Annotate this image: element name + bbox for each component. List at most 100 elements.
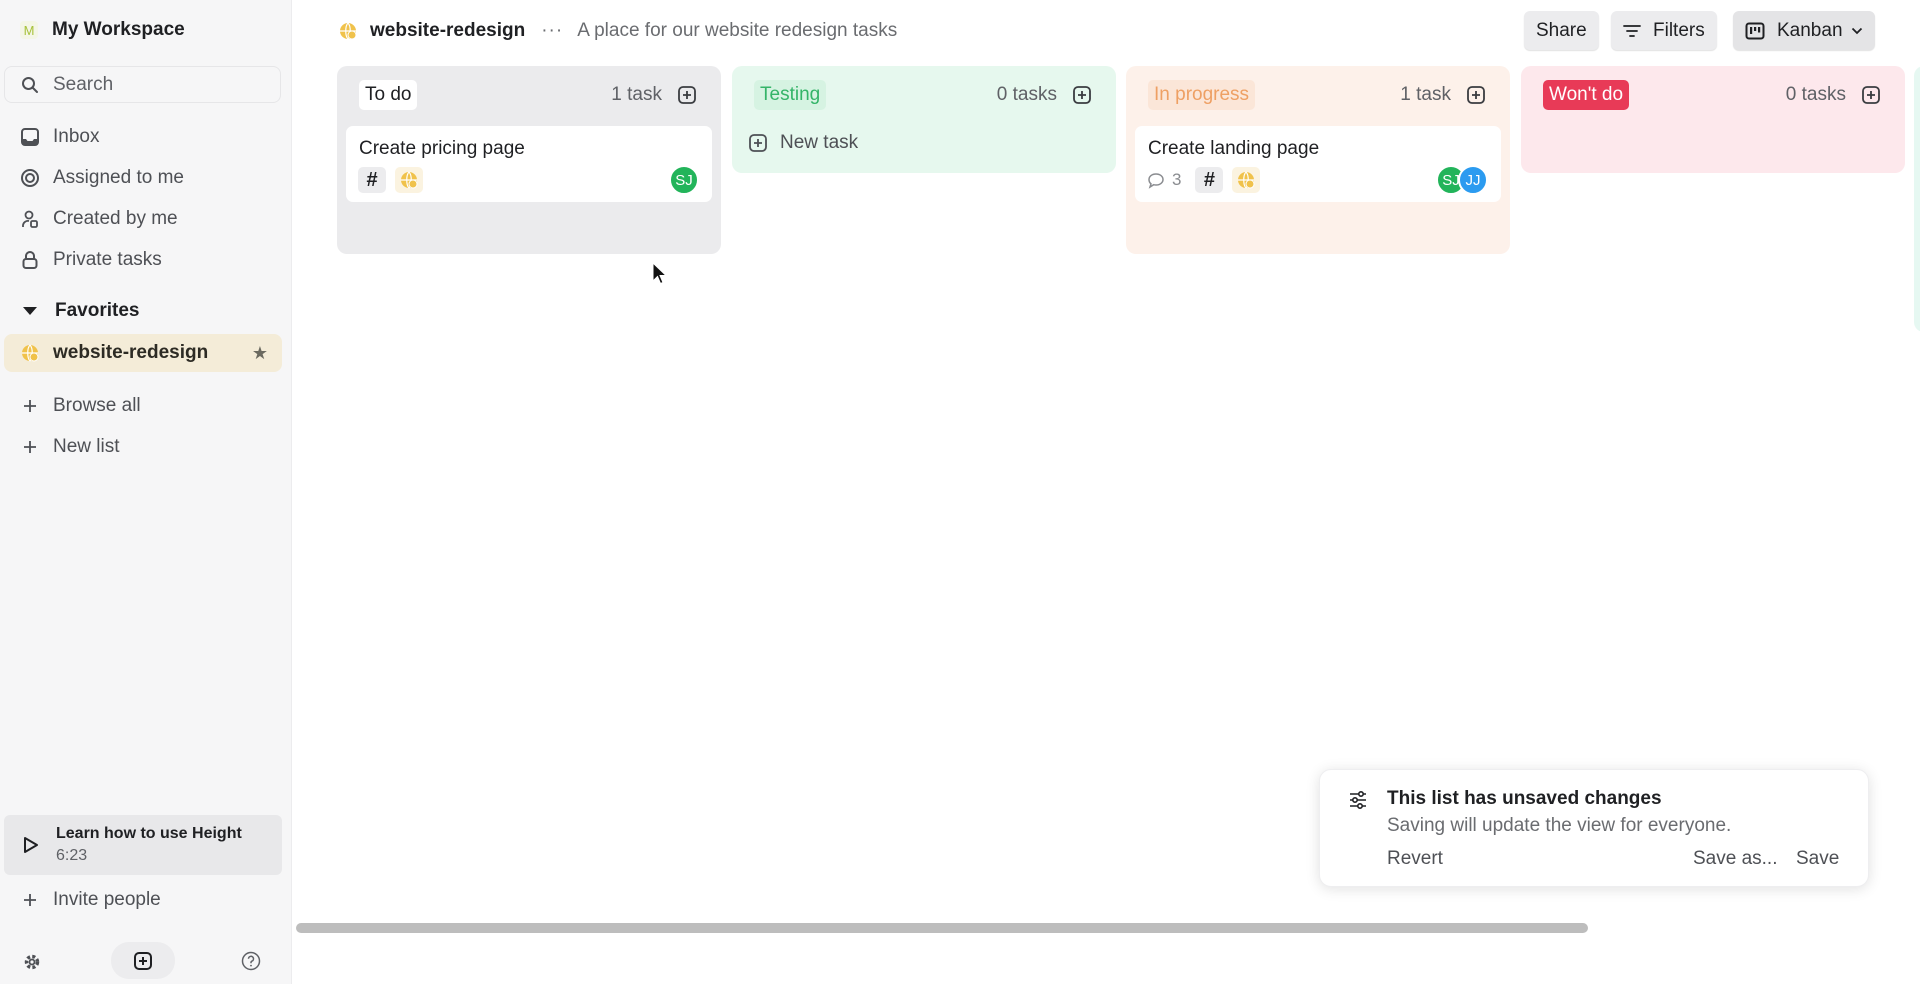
view-label: Kanban bbox=[1777, 19, 1843, 41]
horizontal-scrollbar[interactable] bbox=[296, 923, 1588, 933]
page-title[interactable]: website-redesign bbox=[370, 20, 525, 42]
globe-icon bbox=[401, 171, 418, 189]
search-input[interactable] bbox=[53, 73, 253, 96]
favorites-toggle[interactable]: Favorites bbox=[20, 300, 139, 322]
play-icon bbox=[24, 837, 38, 853]
plus-square-icon bbox=[134, 951, 152, 970]
task-count: 1 task bbox=[1400, 84, 1451, 105]
toast-subtitle: Saving will update the view for everyone… bbox=[1387, 815, 1732, 836]
task-count: 0 tasks bbox=[996, 84, 1057, 105]
add-task-icon[interactable] bbox=[677, 85, 697, 105]
add-task-icon[interactable] bbox=[1466, 85, 1486, 105]
task-card[interactable]: Create pricing page # SJ bbox=[346, 126, 712, 202]
column-wont-do: Won't do 0 tasks bbox=[1521, 66, 1905, 173]
comment-count-value: 3 bbox=[1172, 170, 1182, 189]
sidebar-item-website-redesign[interactable]: website-redesign ★ bbox=[4, 334, 282, 372]
revert-button[interactable]: Revert bbox=[1387, 848, 1443, 870]
search-box[interactable] bbox=[4, 66, 281, 103]
browse-all-label: Browse all bbox=[53, 395, 141, 416]
mouse-cursor-icon bbox=[652, 262, 668, 285]
column-testing: Testing 0 tasks New task bbox=[732, 66, 1116, 173]
comment-icon bbox=[1148, 172, 1164, 189]
sidebar-item-label: Created by me bbox=[53, 208, 178, 229]
workspace-name: My Workspace bbox=[52, 19, 185, 40]
target-icon bbox=[20, 168, 40, 188]
caret-down-icon bbox=[23, 307, 37, 315]
column-todo: To do 1 task Create pricing page # SJ bbox=[337, 66, 721, 254]
task-title: Create landing page bbox=[1148, 138, 1320, 159]
globe-icon bbox=[1238, 171, 1255, 189]
column-partial bbox=[1914, 66, 1920, 332]
plus-icon bbox=[20, 437, 40, 457]
status-label[interactable]: Testing bbox=[754, 80, 827, 110]
search-icon bbox=[22, 76, 38, 93]
sidebar-item-private[interactable]: Private tasks bbox=[0, 242, 282, 278]
workspace-logo: M bbox=[20, 21, 38, 39]
sidebar-item-label: Inbox bbox=[53, 126, 100, 147]
new-task-button[interactable] bbox=[111, 942, 175, 979]
list-tag[interactable] bbox=[395, 167, 423, 193]
learn-duration: 6:23 bbox=[56, 847, 88, 864]
invite-label: Invite people bbox=[53, 889, 161, 910]
favorites-label: Favorites bbox=[55, 300, 140, 321]
task-card[interactable]: Create landing page 3 # SJ JJ bbox=[1135, 126, 1501, 202]
avatar[interactable]: JJ bbox=[1458, 165, 1488, 195]
save-button[interactable]: Save bbox=[1796, 848, 1839, 870]
inbox-icon bbox=[20, 127, 40, 147]
workspace-switcher[interactable]: M My Workspace bbox=[20, 18, 185, 42]
header: website-redesign ··· A place for our web… bbox=[292, 0, 1920, 60]
new-list-button[interactable]: New list bbox=[0, 429, 282, 465]
sidebar-item-assigned[interactable]: Assigned to me bbox=[0, 160, 282, 196]
globe-icon bbox=[340, 22, 357, 40]
filters-label: Filters bbox=[1653, 19, 1705, 41]
new-task-button[interactable]: New task bbox=[748, 132, 858, 154]
share-button[interactable]: Share bbox=[1524, 11, 1599, 50]
list-tag[interactable] bbox=[1232, 167, 1261, 193]
comment-count[interactable]: 3 bbox=[1147, 170, 1181, 190]
user-created-icon bbox=[20, 209, 40, 229]
filters-button[interactable]: Filters bbox=[1611, 11, 1717, 50]
avatar[interactable]: SJ bbox=[669, 165, 699, 195]
sidebar-item-inbox[interactable]: Inbox bbox=[0, 119, 282, 155]
gear-icon[interactable] bbox=[22, 952, 42, 972]
sidebar-item-label: Private tasks bbox=[53, 249, 162, 270]
column-in-progress: In progress 1 task Create landing page 3… bbox=[1126, 66, 1510, 254]
star-icon[interactable]: ★ bbox=[252, 343, 268, 364]
sidebar-item-label: website-redesign bbox=[53, 342, 209, 363]
learn-video-button[interactable]: Learn how to use Height 6:23 bbox=[4, 815, 282, 875]
list-description[interactable]: A place for our website redesign tasks bbox=[577, 20, 897, 42]
globe-icon bbox=[22, 344, 39, 362]
more-options-button[interactable]: ··· bbox=[541, 20, 563, 42]
sliders-icon bbox=[1350, 790, 1366, 810]
kanban-icon bbox=[1745, 22, 1765, 39]
hash-tag[interactable]: # bbox=[1195, 167, 1224, 193]
plus-icon bbox=[20, 890, 40, 910]
learn-title: Learn how to use Height bbox=[56, 825, 242, 842]
help-icon[interactable] bbox=[241, 951, 261, 971]
new-list-label: New list bbox=[53, 436, 120, 457]
task-title: Create pricing page bbox=[359, 138, 525, 159]
plus-icon bbox=[20, 396, 40, 416]
unsaved-changes-toast: This list has unsaved changes Saving wil… bbox=[1319, 769, 1869, 887]
toast-title: This list has unsaved changes bbox=[1387, 788, 1662, 809]
plus-square-icon bbox=[749, 134, 767, 152]
view-switcher[interactable]: Kanban bbox=[1733, 11, 1875, 50]
new-task-label: New task bbox=[780, 132, 859, 153]
share-label: Share bbox=[1536, 19, 1587, 41]
sidebar-item-label: Assigned to me bbox=[53, 167, 184, 188]
sidebar-item-created[interactable]: Created by me bbox=[0, 201, 282, 237]
save-as-button[interactable]: Save as... bbox=[1693, 848, 1778, 870]
browse-all-button[interactable]: Browse all bbox=[0, 388, 282, 424]
chevron-down-icon bbox=[1851, 27, 1862, 34]
lock-icon bbox=[20, 250, 40, 270]
invite-people-button[interactable]: Invite people bbox=[0, 882, 282, 918]
hash-tag[interactable]: # bbox=[358, 167, 386, 193]
add-task-icon[interactable] bbox=[1861, 85, 1881, 105]
sidebar-footer bbox=[0, 942, 292, 980]
add-task-icon[interactable] bbox=[1072, 85, 1092, 105]
status-label[interactable]: To do bbox=[359, 80, 418, 110]
status-label[interactable]: Won't do bbox=[1543, 80, 1630, 110]
task-count: 0 tasks bbox=[1785, 84, 1846, 105]
status-label[interactable]: In progress bbox=[1148, 80, 1256, 110]
filter-icon bbox=[1623, 24, 1641, 37]
